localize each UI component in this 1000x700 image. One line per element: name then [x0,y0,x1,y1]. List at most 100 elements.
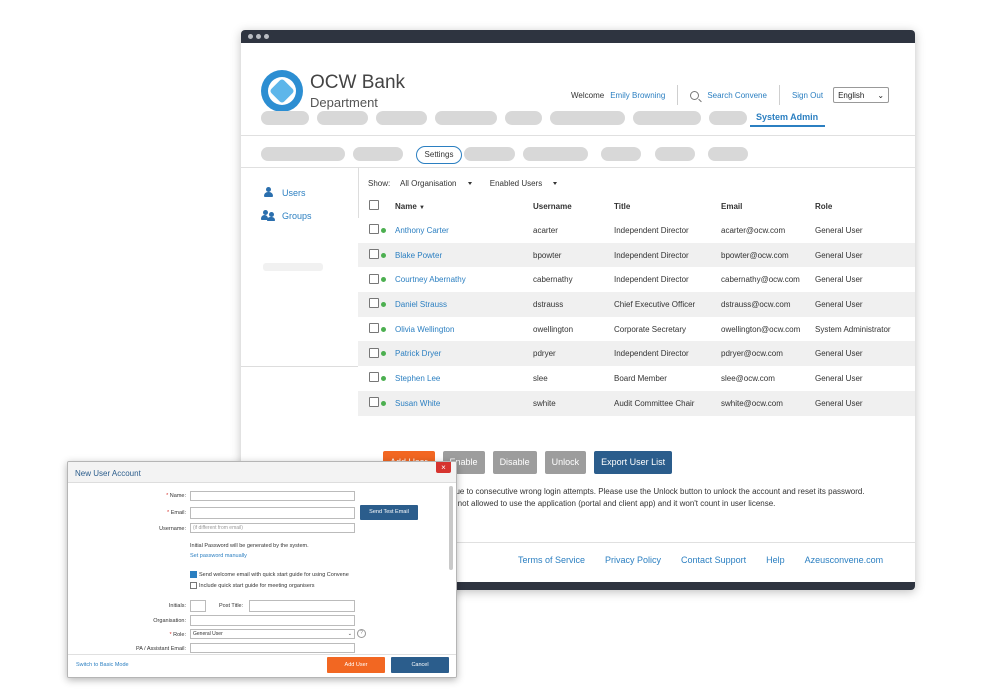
terms-link[interactable]: Terms of Service [518,555,585,565]
name-column-header[interactable]: Name ▼ [394,194,532,218]
title-column-header[interactable]: Title [613,194,720,218]
subnav-placeholder[interactable] [655,147,695,161]
username-column-header[interactable]: Username [532,194,613,218]
organisation-input[interactable] [190,615,355,626]
nav-tab-placeholder[interactable] [550,111,625,125]
row-checkbox[interactable] [369,347,379,358]
close-icon[interactable]: × [436,462,451,473]
nav-tab-placeholder[interactable] [505,111,542,125]
table-row[interactable]: Stephen Lee slee Board Member slee@ocw.com G… [358,366,915,391]
table-row[interactable]: Courtney Abernathy cabernathy Independent … [358,267,915,293]
switch-basic-mode-link[interactable]: Switch to Basic Mode [76,662,129,668]
nav-tab-placeholder[interactable] [709,111,747,125]
row-checkbox[interactable] [369,397,379,408]
contact-support-link[interactable]: Contact Support [681,555,746,565]
language-select[interactable]: English ⌄ [833,87,890,103]
subnav-placeholder[interactable] [601,147,641,161]
subnav-placeholder[interactable] [464,147,515,161]
privacy-link[interactable]: Privacy Policy [605,555,661,565]
post-title-input[interactable] [249,600,355,612]
organiser-guide-option[interactable]: Include quick start guide for meeting or… [190,582,315,589]
email-input[interactable] [190,507,355,519]
sidebar: Users Groups [241,167,359,367]
search-icon[interactable] [690,90,700,100]
send-test-email-button[interactable]: Send Test Email [360,505,418,520]
sign-out-link[interactable]: Sign Out [792,91,823,100]
dialog-cancel-button[interactable]: Cancel [391,657,449,673]
subnav-placeholder[interactable] [708,147,748,161]
sidebar-item-groups[interactable]: Groups [261,210,312,221]
table-row[interactable]: Blake Powter bpowter Independent Director b… [358,242,915,268]
row-checkbox[interactable] [369,273,379,284]
user-icon [263,187,274,198]
table-row[interactable]: Daniel Strauss dstrauss Chief Executive Of… [358,292,915,317]
role-cell: General User [815,373,863,383]
row-checkbox[interactable] [369,249,379,260]
email-cell: owellington@ocw.com [721,324,801,334]
username-input[interactable]: (if different from email) [190,523,355,533]
role-column-header[interactable]: Role [814,194,915,218]
help-icon[interactable]: ? [357,629,366,638]
user-name-link[interactable]: Daniel Strauss [395,300,447,309]
set-password-link[interactable]: Set password manually [190,553,247,559]
select-all-checkbox[interactable] [369,200,379,210]
organiser-guide-checkbox[interactable] [190,582,197,589]
chevron-down-icon: ⌄ [877,90,885,100]
help-link[interactable]: Help [766,555,785,565]
user-name-link[interactable]: Susan White [395,399,440,408]
password-note: Initial Password will be generated by th… [190,543,309,549]
role-select[interactable]: General User ⌄ [190,629,355,639]
user-name-link[interactable]: Blake Powter [395,251,442,260]
email-label: * Email: [167,510,186,516]
table-row[interactable]: Anthony Carter acarter Independent Directo… [358,218,915,243]
subnav-placeholder[interactable] [523,147,588,161]
search-link[interactable]: Search Convene [707,91,767,100]
info-text: due to consecutive wrong login attempts.… [451,486,865,510]
dialog-scrollbar[interactable] [449,486,453,570]
subnav-placeholder[interactable] [261,147,345,161]
bank-name: OCW Bank [310,72,406,93]
table-row[interactable]: Susan White swhite Audit Committee Chair sw… [358,390,915,416]
welcome-email-option[interactable]: Send welcome email with quick start guid… [190,571,349,578]
export-user-list-button[interactable]: Export User List [594,451,673,474]
row-checkbox[interactable] [369,323,379,334]
info-line: e not allowed to use the application (po… [451,499,776,508]
disable-button[interactable]: Disable [492,451,537,474]
table-row[interactable]: Olivia Wellington owellington Corporate Se… [358,316,915,342]
user-name-link[interactable]: Olivia Wellington [395,325,454,334]
user-name-link[interactable]: Patrick Dryer [395,349,441,358]
table-row[interactable]: Patrick Dryer pdryer Independent Director p… [358,341,915,367]
initials-input[interactable] [190,600,206,612]
dialog-add-user-button[interactable]: Add User [327,657,385,673]
email-cell: dstrauss@ocw.com [721,299,791,309]
row-checkbox[interactable] [369,372,379,383]
username-cell: bpowter [533,250,562,260]
unlock-button[interactable]: Unlock [544,451,587,474]
email-cell: pdryer@ocw.com [721,349,783,359]
subnav-placeholder[interactable] [353,147,403,161]
pa-email-input[interactable] [190,643,355,653]
status-filter[interactable]: Enabled Users [490,179,565,188]
user-name-link[interactable]: Emily Browning [610,91,665,100]
tab-system-admin[interactable]: System Admin [750,105,825,127]
nav-tab-placeholder[interactable] [633,111,701,125]
organisation-filter[interactable]: All Organisation [400,179,479,188]
nav-tab-placeholder[interactable] [261,111,309,125]
nav-tab-placeholder[interactable] [317,111,368,125]
title-cell: Audit Committee Chair [614,398,695,408]
welcome-email-checkbox[interactable] [190,571,197,578]
settings-tab[interactable]: Settings [416,146,462,164]
nav-tab-placeholder[interactable] [376,111,427,125]
name-input[interactable] [190,491,355,501]
dialog-title: New User Account [75,469,141,478]
site-link[interactable]: Azeusconvene.com [805,555,884,565]
email-column-header[interactable]: Email [720,194,814,218]
sidebar-item-users[interactable]: Users [263,187,306,198]
user-name-link[interactable]: Courtney Abernathy [395,275,466,284]
nav-tab-placeholder[interactable] [435,111,497,125]
user-name-link[interactable]: Anthony Carter [395,226,449,235]
row-checkbox[interactable] [369,298,379,309]
user-name-link[interactable]: Stephen Lee [395,374,440,383]
row-checkbox[interactable] [369,224,379,235]
sidebar-item-placeholder [263,263,323,271]
